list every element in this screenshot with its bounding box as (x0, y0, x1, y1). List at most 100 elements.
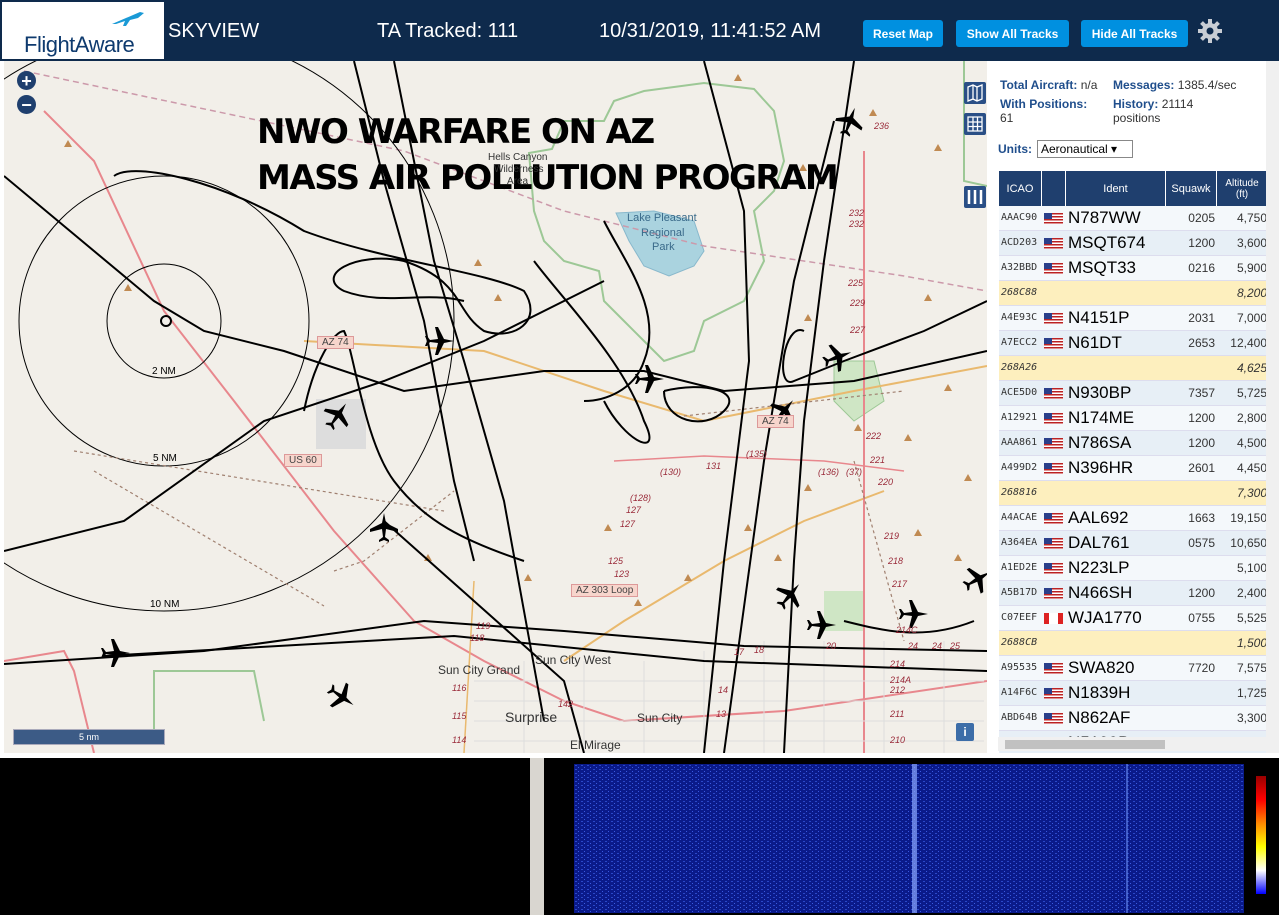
cell-icao: 268816 (1001, 487, 1038, 498)
cell-icao: ACD203 (1001, 237, 1038, 248)
table-row[interactable]: 268A26 4,625 (999, 356, 1267, 381)
cell-icao: A7ECC2 (1001, 337, 1038, 348)
table-row[interactable]: 268816 7,300 (999, 481, 1267, 506)
zoom-out-button[interactable]: − (17, 95, 36, 114)
table-row[interactable]: 268C88 8,200 (999, 281, 1267, 306)
gear-icon[interactable] (1197, 18, 1223, 44)
aircraft-panel: Total Aircraft: n/a Messages: 1385.4/sec… (989, 61, 1279, 753)
top-bar: FlightAware SKYVIEW TA Tracked: 111 10/3… (0, 0, 1279, 61)
table-row[interactable]: A32BBD MSQT33 0216 5,900 (999, 256, 1267, 281)
road-label: AZ 74 (317, 336, 354, 349)
grid-toggle-button[interactable] (964, 113, 986, 135)
place-label: Sun City (637, 711, 683, 725)
table-row[interactable]: A4E93C N4151P 2031 7,000 (999, 306, 1267, 331)
hide-all-tracks-button[interactable]: Hide All Tracks (1081, 20, 1188, 47)
us-flag-icon (1044, 313, 1063, 324)
show-all-tracks-button[interactable]: Show All Tracks (956, 20, 1069, 47)
table-row[interactable]: A12921 N174ME 1200 2,800 (999, 406, 1267, 431)
zoom-in-button[interactable]: + (17, 71, 36, 90)
vertical-scrollbar[interactable] (1266, 61, 1279, 753)
cell-icao: A499D2 (1001, 462, 1038, 473)
table-row[interactable]: A5B17D N466SH 1200 2,400 (999, 581, 1267, 606)
map-view[interactable]: 236 232 232 225 229 227 222 221 220 219 218 217 … (4, 61, 987, 753)
cell-icao: A4ACAE (1001, 512, 1038, 523)
svg-text:227: 227 (849, 325, 866, 335)
table-row[interactable]: AAAC90 N787WW 0205 4,750 (999, 206, 1267, 231)
table-row[interactable]: AAA861 N786SA 1200 4,500 (999, 431, 1267, 456)
table-row[interactable]: A7ECC2 N61DT 2653 12,400 (999, 331, 1267, 356)
reset-map-button[interactable]: Reset Map (863, 20, 943, 47)
table-row[interactable]: A4ACAE AAL692 1663 19,150 (999, 506, 1267, 531)
table-row[interactable]: A499D2 N396HR 2601 4,450 (999, 456, 1267, 481)
table-row[interactable]: A1ED2E N223LP 5,100 (999, 556, 1267, 581)
horizontal-scrollbar[interactable] (998, 737, 1268, 751)
cell-icao: AAAC90 (1001, 212, 1038, 223)
table-row[interactable]: 2688CB 1,500 (999, 631, 1267, 656)
us-flag-icon (1044, 438, 1063, 449)
svg-text:17: 17 (734, 647, 745, 657)
table-row[interactable]: A14F6C N1839H 1,725 (999, 681, 1267, 706)
with-positions-label: With Positions: (1000, 97, 1088, 111)
col-squawk[interactable]: Squawk (1166, 171, 1217, 206)
cell-squawk (1167, 356, 1215, 380)
cell-icao: ABD64B (1001, 712, 1038, 723)
cell-altitude: 1,725 (1236, 686, 1267, 700)
road-label: US 60 (284, 454, 322, 467)
overlay-line-1: NWO WARFARE ON AZ (257, 112, 655, 152)
canada-flag-icon (1044, 613, 1063, 624)
info-button[interactable]: i (956, 723, 974, 741)
cell-altitude: 7,000 (1236, 311, 1267, 325)
cell-ident: N4151P (1068, 308, 1130, 327)
table-row[interactable]: C07EEF WJA1770 0755 5,525 (999, 606, 1267, 631)
us-flag-icon (1044, 413, 1063, 424)
cell-altitude: 5,525 (1236, 611, 1267, 625)
svg-text:214C: 214C (895, 625, 918, 635)
cell-altitude: 12,400 (1230, 336, 1267, 350)
svg-text:236: 236 (873, 121, 889, 131)
svg-text:225: 225 (847, 278, 864, 288)
total-aircraft-value: n/a (1080, 78, 1098, 92)
cell-icao: A95535 (1001, 662, 1038, 673)
scroll-thumb[interactable] (1005, 740, 1165, 749)
svg-text:232: 232 (848, 208, 864, 218)
table-row[interactable]: ABD64B N862AF 3,300 (999, 706, 1267, 731)
col-altitude[interactable]: Altitude (ft) (1217, 171, 1267, 206)
svg-text:214A: 214A (889, 675, 911, 685)
col-altitude-unit: (ft) (1235, 188, 1249, 200)
cell-altitude: 7,300 (1236, 486, 1267, 500)
cell-ident: N223LP (1068, 558, 1130, 577)
table-row[interactable]: ACE5D0 N930BP 7357 5,725 (999, 381, 1267, 406)
map-layers-button[interactable] (964, 82, 986, 104)
us-flag-icon (1044, 213, 1063, 224)
us-flag-icon (1044, 713, 1063, 724)
col-flag[interactable] (1042, 171, 1066, 206)
flightaware-logo[interactable]: FlightAware (2, 2, 164, 59)
messages-label: Messages: (1113, 78, 1175, 92)
aircraft-table: ICAO Ident Squawk Altitude (ft) AAAC90 N7… (999, 171, 1267, 753)
units-select[interactable]: Aeronautical ▾ (1037, 140, 1133, 158)
table-row[interactable]: A364EA DAL761 0575 10,650 (999, 531, 1267, 556)
cell-ident: N61DT (1068, 333, 1122, 352)
cell-icao: 268C88 (1001, 287, 1038, 298)
pane-divider[interactable] (530, 758, 544, 915)
cell-ident: MSQT33 (1068, 258, 1137, 277)
spectrum-area (0, 758, 1279, 915)
svg-text:20: 20 (825, 641, 836, 651)
table-row[interactable]: A95535 SWA820 7720 7,575 (999, 656, 1267, 681)
table-body: AAAC90 N787WW 0205 4,750 ACD203 MSQT674 1200 3,… (999, 206, 1267, 753)
cell-ident: MSQT674 (1068, 233, 1146, 252)
us-flag-icon (1044, 588, 1063, 599)
col-ident[interactable]: Ident (1066, 171, 1166, 206)
svg-text:18: 18 (754, 645, 764, 655)
cell-icao: A32BBD (1001, 262, 1038, 273)
col-icao[interactable]: ICAO (999, 171, 1042, 206)
svg-text:125: 125 (608, 556, 624, 566)
table-row[interactable]: ACD203 MSQT674 1200 3,600 (999, 231, 1267, 256)
airplane-logo-icon (112, 12, 144, 26)
place-label: Sun City Grand (438, 663, 521, 677)
cell-altitude: 5,100 (1236, 561, 1267, 575)
datetime: 10/31/2019, 11:41:52 AM (599, 20, 822, 42)
place-label: El Mirage (570, 738, 621, 752)
place-label: Sun City West (535, 653, 611, 667)
column-toggle-button[interactable] (964, 186, 986, 208)
